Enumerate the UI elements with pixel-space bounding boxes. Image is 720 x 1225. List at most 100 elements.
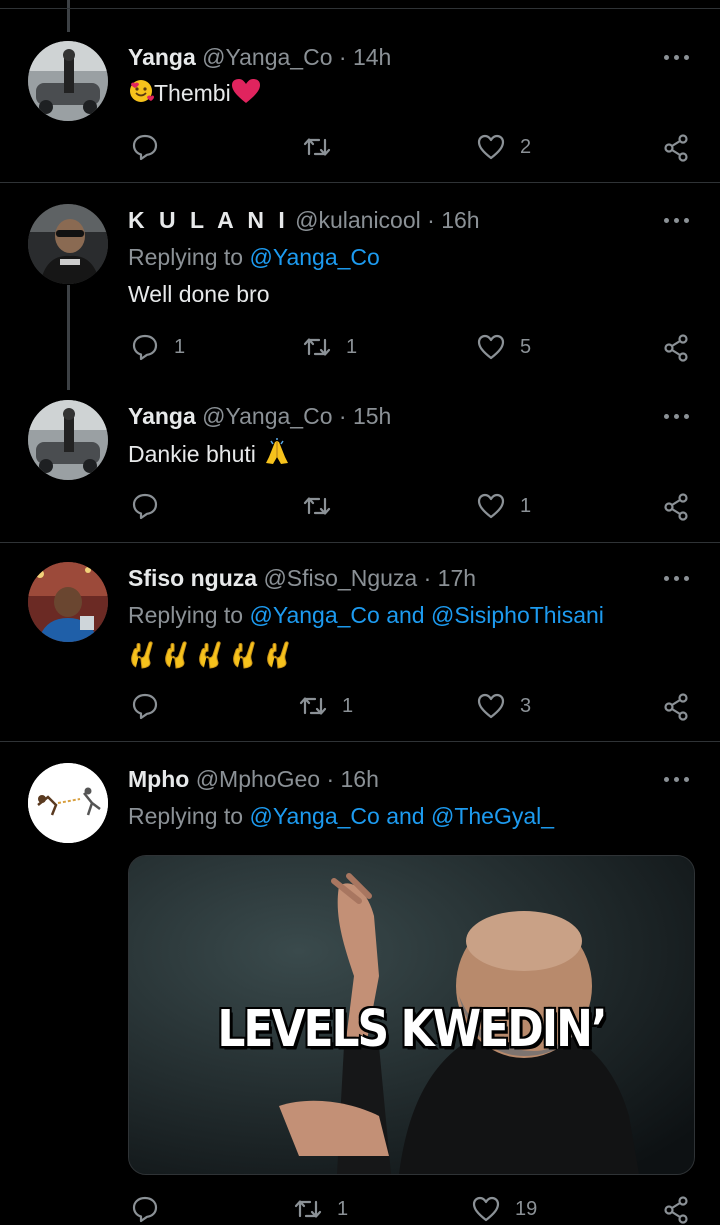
avatar[interactable] — [28, 41, 108, 121]
separator: · — [338, 44, 347, 70]
reply-icon — [132, 493, 158, 520]
tweet-header: Sfiso nguza @Sfiso_Nguza · 17h — [128, 562, 700, 594]
tweet-header: Mpho @MphoGeo · 16h — [128, 763, 700, 795]
avatar[interactable] — [28, 562, 108, 642]
tweet-text-body: Thembi — [154, 80, 231, 106]
tweet-text: Well done bro — [128, 281, 270, 307]
display-name[interactable]: Mpho — [128, 766, 189, 792]
folded-hands-icon — [262, 437, 292, 475]
share-icon — [664, 134, 688, 162]
more-options-icon[interactable] — [664, 574, 690, 582]
handle[interactable]: @Yanga_Co — [202, 403, 332, 429]
mention-link[interactable]: @SisiphoThisani — [431, 602, 604, 628]
avatar[interactable] — [28, 763, 108, 843]
handle[interactable]: @kulanicool — [295, 207, 421, 233]
retweet-count: 1 — [342, 694, 354, 717]
avatar[interactable] — [28, 204, 108, 284]
timestamp[interactable]: 16h — [341, 766, 379, 792]
like-count: 2 — [520, 135, 532, 158]
display-name[interactable]: Sfiso nguza — [128, 565, 257, 591]
divider — [0, 741, 720, 742]
reply-count: 1 — [174, 335, 186, 358]
avatar[interactable] — [28, 400, 108, 480]
more-options-icon[interactable] — [664, 53, 690, 61]
share-icon — [664, 493, 688, 521]
heart-icon — [477, 493, 505, 519]
thread-connector — [67, 0, 70, 32]
mention-link[interactable]: @Yanga_Co — [249, 602, 379, 628]
red-heart-icon — [231, 78, 261, 112]
display-name[interactable]: Yanga — [128, 403, 196, 429]
timestamp[interactable]: 15h — [353, 403, 391, 429]
heart-icon — [477, 693, 505, 719]
share-button[interactable] — [661, 490, 691, 522]
like-button[interactable]: 19 — [471, 1193, 537, 1225]
mention-link[interactable]: @Yanga_Co — [249, 803, 379, 829]
handle[interactable]: @Sfiso_Nguza — [263, 565, 417, 591]
reply-icon — [132, 334, 158, 361]
tweet-header: Yanga @Yanga_Co · 15h — [128, 400, 700, 432]
reply-button[interactable] — [130, 131, 174, 163]
timestamp[interactable]: 16h — [441, 207, 479, 233]
divider — [0, 182, 720, 183]
tweet-media-image[interactable]: LEVELS KWEDIN’ — [128, 855, 695, 1175]
tweet-actions: 2 — [128, 131, 700, 163]
retweet-icon — [299, 697, 327, 715]
share-button[interactable] — [661, 131, 691, 163]
display-name[interactable]: Yanga — [128, 44, 196, 70]
tweet-actions: 1 — [128, 490, 700, 522]
like-button[interactable]: 3 — [476, 690, 531, 722]
media-caption: LEVELS KWEDIN’ — [217, 1000, 607, 1059]
retweet-button[interactable] — [302, 490, 346, 522]
reply-button[interactable]: 1 — [130, 331, 185, 363]
retweet-count: 1 — [346, 335, 358, 358]
retweet-icon — [303, 138, 331, 156]
tweet-text-body: Dankie bhuti — [128, 441, 256, 468]
tweet-header: K U L A N I @kulanicool · 16h — [128, 204, 700, 236]
heart-icon — [472, 1196, 500, 1222]
smiling-face-with-hearts-icon — [128, 78, 154, 112]
more-options-icon[interactable] — [664, 775, 690, 783]
mention-link[interactable]: @TheGyal_ — [431, 803, 554, 829]
reply-button[interactable] — [130, 690, 174, 722]
retweet-button[interactable] — [302, 131, 346, 163]
timestamp[interactable]: 17h — [438, 565, 476, 591]
thread-connector — [67, 285, 70, 390]
share-button[interactable] — [661, 690, 691, 722]
ok-hand-icon — [128, 639, 292, 669]
tweet-text: Thembi — [128, 77, 700, 112]
retweet-button[interactable]: 1 — [293, 1193, 348, 1225]
share-button[interactable] — [661, 1193, 691, 1225]
separator: · — [423, 565, 432, 591]
more-options-icon[interactable] — [664, 412, 690, 420]
divider — [0, 542, 720, 543]
reply-button[interactable] — [130, 490, 174, 522]
reply-icon — [132, 693, 158, 720]
replying-to: Replying to @Yanga_Co and @SisiphoThisan… — [128, 602, 604, 628]
timestamp[interactable]: 14h — [353, 44, 391, 70]
more-options-icon[interactable] — [664, 216, 690, 224]
retweet-button[interactable]: 1 — [302, 331, 357, 363]
tweet-actions: 1 19 — [128, 1193, 700, 1225]
display-name[interactable]: K U L A N I — [128, 207, 289, 233]
heart-icon — [477, 134, 505, 160]
like-count: 5 — [520, 335, 532, 358]
share-button[interactable] — [661, 331, 691, 363]
like-button[interactable]: 5 — [476, 331, 531, 363]
reply-icon — [132, 134, 158, 161]
separator: · — [427, 207, 435, 233]
mention-link[interactable]: @Yanga_Co — [249, 244, 379, 270]
tweet-text: Dankie bhuti — [128, 437, 700, 475]
retweet-button[interactable]: 1 — [298, 690, 353, 722]
handle[interactable]: @Yanga_Co — [202, 44, 332, 70]
like-button[interactable]: 1 — [476, 490, 531, 522]
reply-button[interactable] — [130, 1193, 174, 1225]
share-icon — [664, 693, 688, 721]
retweet-icon — [303, 338, 331, 356]
share-icon — [664, 334, 688, 362]
handle[interactable]: @MphoGeo — [196, 766, 320, 792]
divider — [0, 8, 720, 9]
like-button[interactable]: 2 — [476, 131, 531, 163]
like-count: 3 — [520, 694, 532, 717]
replying-to: Replying to @Yanga_Co — [128, 244, 380, 270]
